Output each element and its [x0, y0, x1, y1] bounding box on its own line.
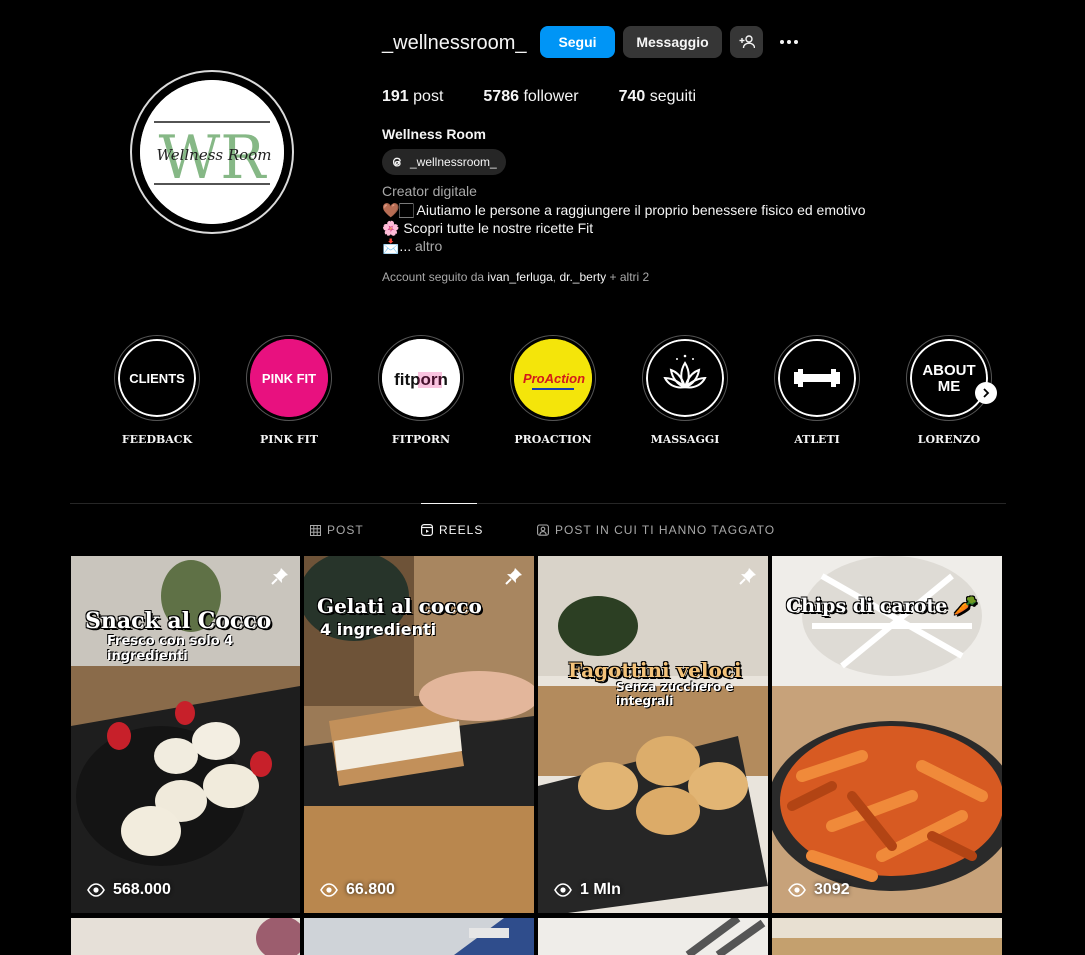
followed-by-user[interactable]: ivan_ferluga — [487, 270, 552, 284]
bio-line: 🤎🏻 Aiutiamo le persone a raggiungere il … — [382, 202, 866, 218]
profile-category: Creator digitale — [382, 183, 477, 199]
highlight-atleti[interactable]: ATLETI — [774, 335, 860, 446]
reel-thumbnail — [538, 556, 768, 913]
eye-icon — [87, 883, 105, 897]
reel-title: Gelati al cocco — [317, 594, 482, 618]
reels-icon — [421, 524, 433, 536]
highlight-proaction[interactable]: ProAction PROACTION — [510, 335, 596, 446]
highlights-next-button[interactable] — [975, 382, 997, 404]
avatar[interactable]: WR Wellness Room — [140, 80, 284, 224]
bio-more-link[interactable]: altro — [415, 238, 442, 254]
reel-tile[interactable]: Gelati al cocco 4 ingredienti 66.800 — [304, 556, 534, 913]
profile-stats: 191 post 5786 follower 740 seguiti — [382, 88, 736, 106]
highlight-label: PINK FIT — [259, 433, 318, 446]
following-link[interactable]: 740 seguiti — [619, 88, 696, 106]
highlight-pink-fit[interactable]: PINK FIT PINK FIT — [246, 335, 332, 446]
bio-line: 📩... — [382, 238, 415, 254]
reel-views: 66.800 — [320, 881, 395, 899]
pin-icon — [271, 568, 288, 585]
reel-tile[interactable]: Chips di carote 🥕 3092 — [772, 556, 1002, 913]
reel-thumbnail — [772, 918, 1002, 955]
eye-icon — [554, 883, 572, 897]
highlight-label: LORENZO — [917, 433, 981, 446]
reel-subtitle: Senza zucchero e integrali — [616, 680, 734, 708]
followed-by-user[interactable]: dr._berty — [559, 270, 606, 284]
reel-tile[interactable]: Snack al Cocco Fresco con solo 4 ingredi… — [71, 556, 300, 913]
reel-thumbnail — [71, 918, 300, 955]
highlight-fitporn[interactable]: fitporn FITPORN — [378, 335, 464, 446]
wellness-room-logo: WR Wellness Room — [140, 80, 284, 224]
reel-title: Snack al Cocco — [85, 608, 272, 634]
eye-icon — [788, 883, 806, 897]
active-tab-indicator — [421, 503, 477, 504]
highlight-feedback[interactable]: CLIENTS FEEDBACK — [114, 335, 200, 446]
highlight-label: FITPORN — [391, 433, 451, 446]
pin-icon — [739, 568, 756, 585]
grid-icon — [310, 524, 321, 536]
svg-text:ME: ME — [938, 378, 961, 395]
svg-text:ABOUT: ABOUT — [922, 362, 975, 379]
highlight-label: ATLETI — [794, 433, 840, 446]
tabs-divider — [70, 503, 1006, 504]
add-person-icon — [739, 35, 755, 49]
tab-tagged[interactable]: POST IN CUI TI HANNO TAGGATO — [537, 523, 775, 537]
eye-icon — [320, 883, 338, 897]
threads-icon — [392, 157, 401, 167]
message-button[interactable]: Messaggio — [623, 26, 722, 58]
suggested-users-button[interactable] — [730, 26, 763, 58]
reel-views: 3092 — [788, 881, 850, 899]
reel-tile[interactable] — [538, 918, 768, 955]
reel-subtitle: 4 ingredienti — [320, 620, 437, 639]
highlight-label: MASSAGGI — [650, 433, 720, 446]
chevron-right-icon — [983, 388, 990, 398]
dumbbell-icon — [778, 339, 856, 417]
highlight-label: PROACTION — [514, 433, 592, 446]
threads-badge[interactable]: _wellnessroom_ — [382, 149, 506, 175]
bio-line: 🌸 Scopri tutte le nostre ricette Fit — [382, 220, 594, 236]
story-highlights: CLIENTS FEEDBACK PINK FIT PINK FIT fitpo… — [0, 335, 1085, 455]
tab-posts[interactable]: POST — [310, 523, 364, 537]
follow-button[interactable]: Segui — [540, 26, 615, 58]
highlight-label: FEEDBACK — [121, 433, 193, 446]
reel-tile[interactable]: Fagottini veloci Senza zucchero e integr… — [538, 556, 768, 913]
svg-text:ProAction: ProAction — [523, 371, 585, 386]
svg-text:CLIENTS: CLIENTS — [129, 371, 185, 386]
reel-views: 1 Mln — [554, 881, 621, 899]
reel-thumbnail — [538, 918, 768, 955]
reel-subtitle: Fresco con solo 4 ingredienti — [107, 634, 234, 664]
posts-count: 191 post — [382, 88, 444, 105]
reel-title: Fagottini veloci — [568, 658, 742, 682]
svg-text:Wellness Room: Wellness Room — [157, 146, 272, 164]
threads-handle: _wellnessroom_ — [410, 155, 497, 169]
profile-full-name: Wellness Room — [382, 126, 486, 142]
reel-title: Chips di carote 🥕 — [786, 595, 978, 617]
profile-bio: 🤎🏻 Aiutiamo le persone a raggiungere il … — [382, 201, 866, 255]
reel-tile[interactable] — [71, 918, 300, 955]
highlight-massaggi[interactable]: MASSAGGI — [642, 335, 728, 446]
highlight-cover: PINK FIT — [250, 339, 328, 417]
reel-tile[interactable] — [772, 918, 1002, 955]
highlight-cover: ProAction — [514, 339, 592, 417]
reel-thumbnail — [304, 918, 534, 955]
reel-views: 568.000 — [87, 881, 171, 899]
more-options-icon[interactable] — [774, 28, 804, 56]
followed-by: Account seguito da ivan_ferluga, dr._ber… — [382, 270, 650, 284]
tagged-icon — [537, 524, 549, 536]
highlight-cover: CLIENTS — [118, 339, 196, 417]
tab-reels[interactable]: REELS — [421, 523, 483, 537]
svg-text:PINK FIT: PINK FIT — [262, 371, 316, 386]
reel-tile[interactable] — [304, 918, 534, 955]
lotus-icon — [646, 339, 724, 417]
pin-icon — [505, 568, 522, 585]
followers-link[interactable]: 5786 follower — [483, 88, 578, 106]
profile-username: _wellnessroom_ — [382, 32, 527, 54]
highlight-cover: fitporn — [382, 339, 460, 417]
highlight-cover: ABOUT ME — [910, 339, 988, 417]
profile-avatar-ring[interactable]: WR Wellness Room — [130, 70, 294, 234]
